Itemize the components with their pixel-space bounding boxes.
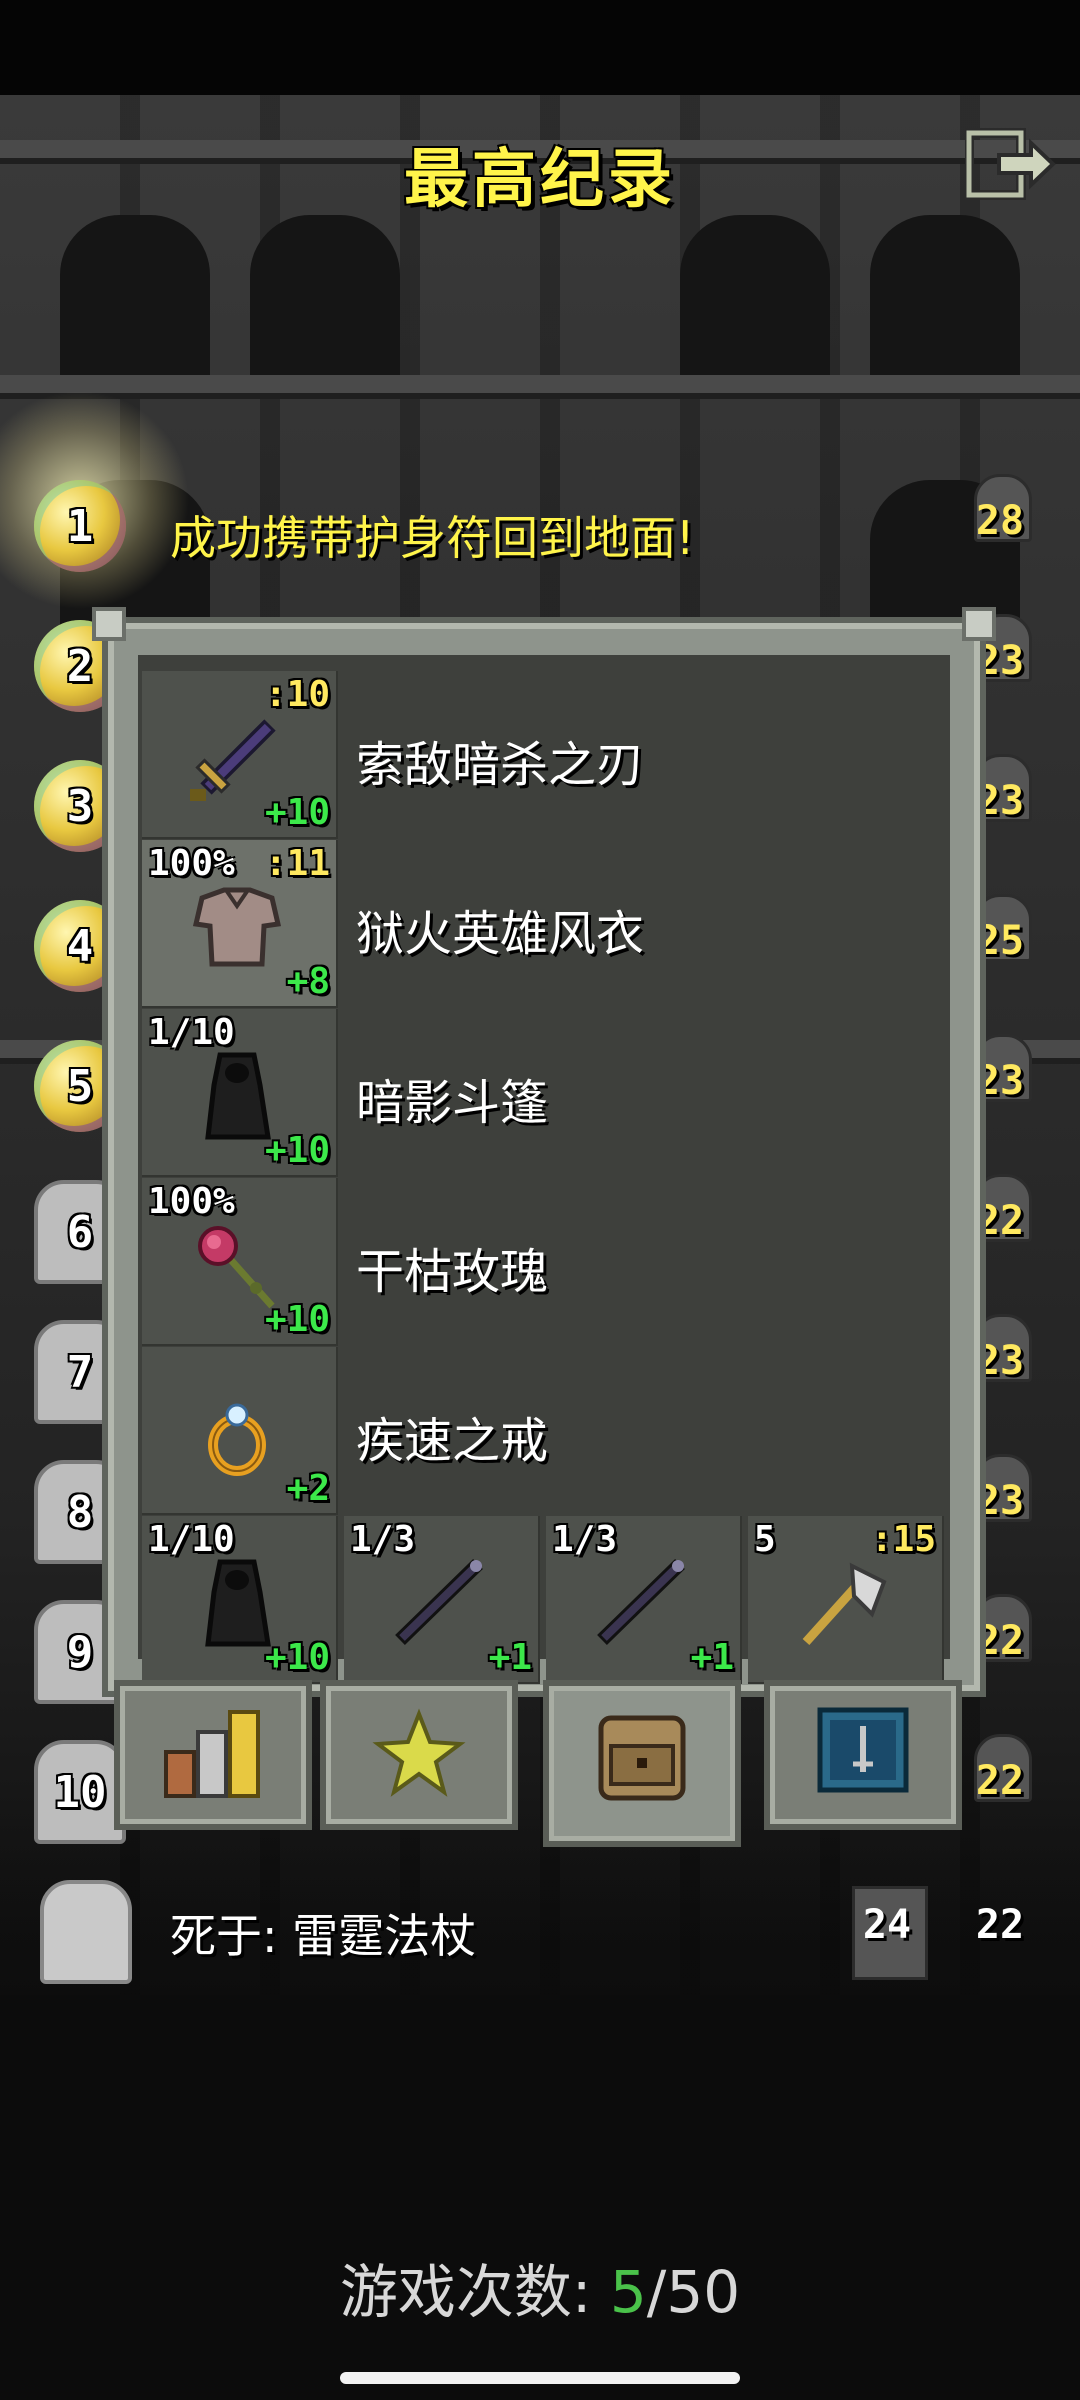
- quickslot[interactable]: 5 :15: [748, 1516, 944, 1684]
- slot-level-label: :11: [264, 843, 330, 884]
- record-depth: 22: [960, 1734, 1040, 1828]
- slot-upgrade-label: +1: [690, 1637, 734, 1678]
- death-cause: 死于: 雷霆法杖: [170, 1909, 477, 1963]
- equipment-slot[interactable]: :10 +10: [142, 671, 338, 839]
- slot-level-label: :15: [870, 1519, 936, 1560]
- slot-upgrade-label: +10: [264, 792, 330, 833]
- quickslot[interactable]: 1/3 +1: [546, 1516, 742, 1684]
- record-row[interactable]: 1 成功携带护身符回到地面! 28: [0, 474, 1080, 580]
- death-row[interactable]: 死于: 雷霆法杖 24 22: [0, 1880, 1080, 1990]
- quickslot[interactable]: 1/3 +1: [344, 1516, 540, 1684]
- exit-icon[interactable]: [964, 125, 1060, 205]
- record-depth-value: 28: [975, 498, 1025, 544]
- record-rank: 1: [66, 500, 94, 552]
- games-current: 5: [609, 2258, 647, 2326]
- stats-icon: [160, 1706, 266, 1802]
- equipment-name: 暗影斗篷: [356, 1075, 549, 1131]
- slot-charge-label: 1/10: [148, 1519, 235, 1560]
- slot-charge-label: 5: [754, 1519, 776, 1560]
- record-rank: 10: [53, 1766, 107, 1818]
- equipment-slot[interactable]: +2: [142, 1347, 338, 1515]
- tab-stats[interactable]: [114, 1680, 312, 1830]
- tab-journal[interactable]: [764, 1680, 962, 1830]
- equipment-slot[interactable]: 100% :11 +8: [142, 840, 338, 1008]
- tombstone-icon: [40, 1880, 132, 1984]
- slot-upgrade-label: +10: [264, 1299, 330, 1340]
- wand-icon: [586, 1552, 696, 1652]
- slot-charge-label: 1/3: [552, 1519, 618, 1560]
- equipment-name: 干枯玫瑰: [356, 1244, 549, 1300]
- slot-upgrade-label: +10: [264, 1637, 330, 1678]
- inventory-panel: :10 +10 索敌暗杀之刃 100% :11 +8 狱火英雄风衣 1/10 +10 暗影斗篷 10…: [92, 607, 996, 1697]
- record-description: 成功携带护身符回到地面!: [170, 511, 695, 565]
- death-depth: 24: [862, 1902, 912, 1948]
- page-title: 最高纪录: [404, 143, 676, 217]
- games-sep: /: [646, 2258, 667, 2326]
- equipment-name: 狱火英雄风衣: [356, 906, 645, 962]
- armor-icon: [182, 876, 292, 976]
- journal-icon: [810, 1706, 916, 1802]
- games-total: 50: [666, 2258, 741, 2326]
- slot-charge-label: 1/3: [350, 1519, 416, 1560]
- home-indicator[interactable]: [340, 2372, 740, 2384]
- badges-icon: [366, 1706, 472, 1802]
- record-depth: 28: [960, 474, 1040, 568]
- ring-icon: [182, 1383, 292, 1483]
- slot-charge-label: 100%: [148, 843, 235, 884]
- equipment-name: 疾速之戒: [356, 1413, 549, 1469]
- backpack-icon: [589, 1706, 695, 1802]
- record-depth-value: 22: [975, 1758, 1025, 1804]
- level-marker: 22: [960, 1880, 1040, 1980]
- games-label: 游戏次数:: [339, 2258, 610, 2326]
- tab-backpack[interactable]: [543, 1680, 741, 1847]
- quickslot[interactable]: 1/10 +10: [142, 1516, 338, 1684]
- wand-icon: [384, 1552, 494, 1652]
- slot-level-label: :10: [264, 674, 330, 715]
- tab-badges[interactable]: [320, 1680, 518, 1830]
- slot-upgrade-label: +1: [488, 1637, 532, 1678]
- games-count: 游戏次数: 5/50: [0, 2245, 1080, 2329]
- axe-icon: [788, 1552, 898, 1652]
- slot-charge-label: 100%: [148, 1181, 235, 1222]
- slot-charge-label: 1/10: [148, 1012, 235, 1053]
- amulet-badge-icon: 1: [34, 480, 126, 572]
- slot-upgrade-label: +10: [264, 1130, 330, 1171]
- slot-upgrade-label: +8: [286, 961, 330, 1002]
- death-level: 22: [975, 1902, 1025, 1948]
- tombstone-badge-icon: 10: [34, 1740, 126, 1844]
- equipment-name: 索敌暗杀之刃: [356, 737, 645, 793]
- slot-upgrade-label: +2: [286, 1468, 330, 1509]
- equipment-slot[interactable]: 100% +10: [142, 1178, 338, 1346]
- depth-marker: 24: [842, 1880, 932, 1980]
- equipment-slot[interactable]: 1/10 +10: [142, 1009, 338, 1177]
